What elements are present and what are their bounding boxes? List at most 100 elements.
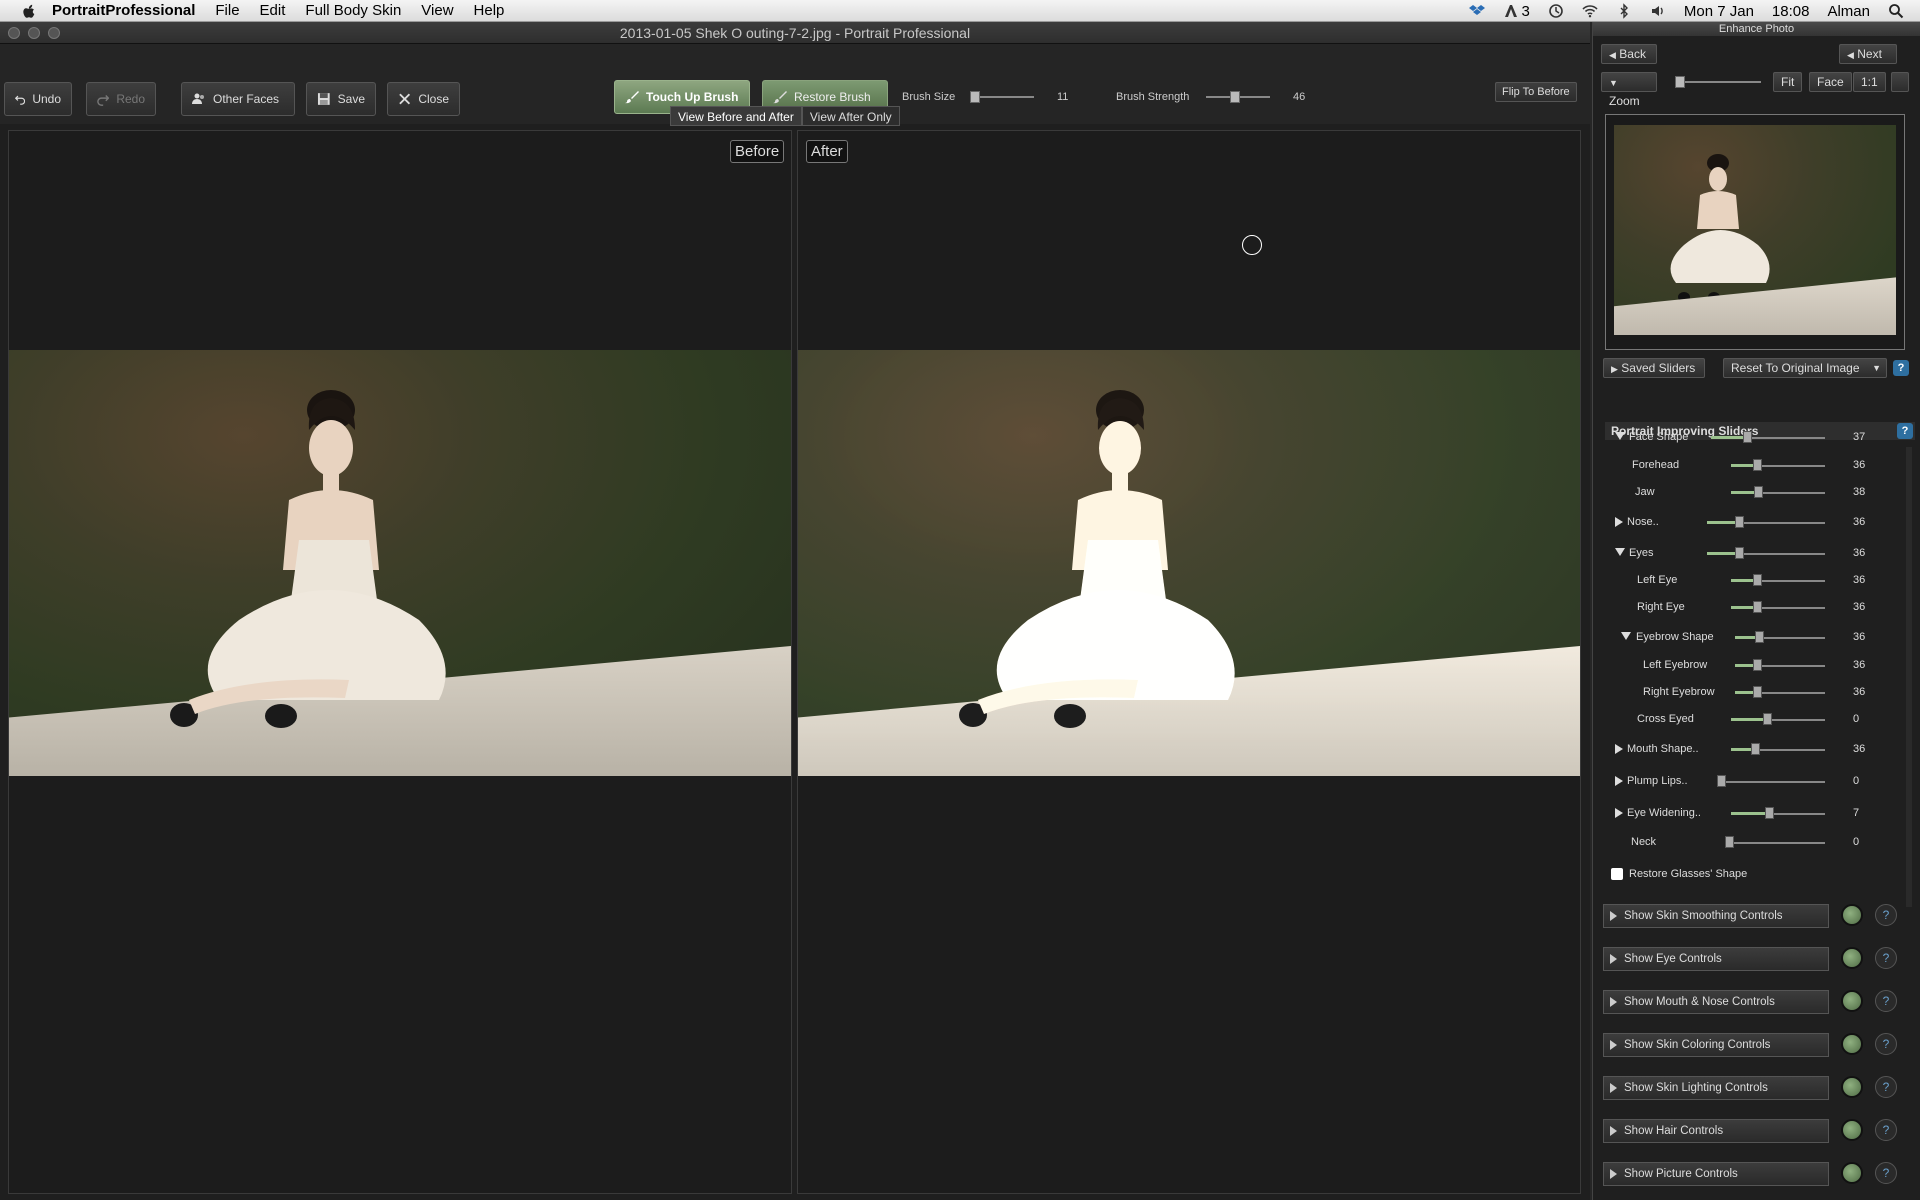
- expand-eyes-icon[interactable]: [1615, 548, 1625, 556]
- skin-smoothing-toggle[interactable]: [1841, 904, 1863, 926]
- brush-size-slider[interactable]: [970, 91, 1034, 103]
- minimize-window-button[interactable]: [28, 27, 40, 39]
- menu-file[interactable]: File: [215, 2, 239, 19]
- slider-nose[interactable]: Nose.. 36: [1603, 513, 1903, 533]
- brush-strength-slider[interactable]: [1206, 91, 1270, 103]
- navigator-thumbnail[interactable]: [1605, 114, 1905, 350]
- slider-left-eyebrow[interactable]: Left Eyebrow 36: [1603, 656, 1903, 676]
- slider-thumb[interactable]: [1725, 836, 1734, 848]
- restore-glasses-checkbox[interactable]: [1611, 868, 1623, 880]
- slider-thumb[interactable]: [1755, 631, 1764, 643]
- adobe-status[interactable]: 3: [1503, 3, 1530, 20]
- volume-icon[interactable]: [1650, 3, 1666, 19]
- expand-nose-icon[interactable]: [1615, 517, 1623, 527]
- tab-view-after-only[interactable]: View After Only: [801, 106, 900, 126]
- expand-eye-widening-icon[interactable]: [1615, 808, 1623, 818]
- slider-thumb[interactable]: [1751, 743, 1760, 755]
- wifi-icon[interactable]: [1582, 3, 1598, 19]
- slider-thumb[interactable]: [1735, 547, 1744, 559]
- skin-lighting-toggle[interactable]: [1841, 1076, 1863, 1098]
- before-photo[interactable]: [9, 350, 791, 776]
- flip-to-before-button[interactable]: Flip To Before: [1495, 82, 1577, 102]
- slider-thumb[interactable]: [1763, 713, 1772, 725]
- tab-view-before-and-after[interactable]: View Before and After: [670, 106, 802, 126]
- zoom-thumb[interactable]: [1675, 76, 1685, 88]
- expand-face-shape-icon[interactable]: [1615, 432, 1625, 440]
- dropbox-icon[interactable]: [1468, 3, 1485, 19]
- menubar-user[interactable]: Alman: [1827, 3, 1870, 20]
- slider-thumb[interactable]: [1743, 431, 1752, 443]
- menu-edit[interactable]: Edit: [260, 2, 286, 19]
- show-eye-controls-button[interactable]: Show Eye Controls: [1603, 947, 1829, 971]
- reset-help-button[interactable]: ?: [1893, 360, 1909, 376]
- brush-size-thumb[interactable]: [970, 91, 980, 103]
- slider-face-shape[interactable]: Face Shape 37: [1603, 428, 1903, 448]
- slider-plump-lips[interactable]: Plump Lips.. 0: [1603, 772, 1903, 792]
- slider-thumb[interactable]: [1754, 486, 1763, 498]
- slider-thumb[interactable]: [1765, 807, 1774, 819]
- slider-thumb[interactable]: [1753, 686, 1762, 698]
- back-button[interactable]: ◀ Back: [1601, 44, 1657, 64]
- eye-controls-toggle[interactable]: [1841, 947, 1863, 969]
- time-machine-icon[interactable]: [1548, 3, 1564, 19]
- skin-lighting-help-icon[interactable]: ?: [1875, 1076, 1897, 1098]
- skin-smoothing-help-icon[interactable]: ?: [1875, 904, 1897, 926]
- zoom-slider[interactable]: [1675, 76, 1761, 88]
- menubar-date[interactable]: Mon 7 Jan: [1684, 3, 1754, 20]
- picture-controls-help-icon[interactable]: ?: [1875, 1162, 1897, 1184]
- slider-thumb[interactable]: [1753, 574, 1762, 586]
- reset-dropdown[interactable]: Reset To Original Image ▼: [1723, 358, 1887, 378]
- slider-left-eye[interactable]: Left Eye 36: [1603, 571, 1903, 591]
- one-to-one-button[interactable]: 1:1: [1853, 72, 1886, 92]
- apple-icon[interactable]: [20, 2, 38, 20]
- expand-plump-lips-icon[interactable]: [1615, 776, 1623, 786]
- next-button[interactable]: ◀ Next: [1839, 44, 1897, 64]
- zoom-stepper[interactable]: [1891, 72, 1909, 92]
- before-pane[interactable]: Before: [8, 130, 792, 1194]
- picture-controls-toggle[interactable]: [1841, 1162, 1863, 1184]
- menu-full-body-skin[interactable]: Full Body Skin: [305, 2, 401, 19]
- slider-forehead[interactable]: Forehead 36: [1603, 456, 1903, 476]
- slider-eye-widening[interactable]: Eye Widening.. 7: [1603, 804, 1903, 824]
- show-hair-controls-button[interactable]: Show Hair Controls: [1603, 1119, 1829, 1143]
- after-pane[interactable]: After: [797, 130, 1581, 1194]
- zoom-toggle[interactable]: ▼ Zoom: [1601, 72, 1657, 108]
- other-faces-button[interactable]: Other Faces: [181, 82, 295, 116]
- menu-help[interactable]: Help: [474, 2, 505, 19]
- slider-thumb[interactable]: [1717, 775, 1726, 787]
- zoom-window-button[interactable]: [48, 27, 60, 39]
- slider-right-eyebrow[interactable]: Right Eyebrow 36: [1603, 683, 1903, 703]
- slider-thumb[interactable]: [1753, 659, 1762, 671]
- slider-jaw[interactable]: Jaw 38: [1603, 483, 1903, 503]
- eye-controls-help-icon[interactable]: ?: [1875, 947, 1897, 969]
- saved-sliders-button[interactable]: ▶ Saved Sliders: [1603, 358, 1705, 378]
- app-menu[interactable]: PortraitProfessional: [52, 2, 195, 19]
- spotlight-search-icon[interactable]: [1888, 3, 1904, 19]
- close-button[interactable]: Close: [387, 82, 460, 116]
- undo-button[interactable]: Undo: [4, 82, 72, 116]
- brush-strength-thumb[interactable]: [1230, 91, 1240, 103]
- show-picture-controls-button[interactable]: Show Picture Controls: [1603, 1162, 1829, 1186]
- slider-cross-eyed[interactable]: Cross Eyed 0: [1603, 710, 1903, 730]
- save-button[interactable]: Save: [306, 82, 376, 116]
- slider-eyebrow-shape[interactable]: Eyebrow Shape 36: [1603, 628, 1903, 648]
- redo-button[interactable]: Redo: [86, 82, 156, 116]
- expand-mouth-shape-icon[interactable]: [1615, 744, 1623, 754]
- skin-coloring-toggle[interactable]: [1841, 1033, 1863, 1055]
- after-photo[interactable]: [798, 350, 1580, 776]
- menu-view[interactable]: View: [421, 2, 453, 19]
- mouth-nose-help-icon[interactable]: ?: [1875, 990, 1897, 1012]
- slider-neck[interactable]: Neck 0: [1603, 833, 1903, 853]
- hair-controls-toggle[interactable]: [1841, 1119, 1863, 1141]
- mouth-nose-toggle[interactable]: [1841, 990, 1863, 1012]
- slider-right-eye[interactable]: Right Eye 36: [1603, 598, 1903, 618]
- show-skin-smoothing-button[interactable]: Show Skin Smoothing Controls: [1603, 904, 1829, 928]
- slider-thumb[interactable]: [1753, 601, 1762, 613]
- slider-thumb[interactable]: [1735, 516, 1744, 528]
- close-window-button[interactable]: [8, 27, 20, 39]
- fit-button[interactable]: Fit: [1773, 72, 1803, 92]
- slider-mouth-shape[interactable]: Mouth Shape.. 36: [1603, 740, 1903, 760]
- show-skin-lighting-button[interactable]: Show Skin Lighting Controls: [1603, 1076, 1829, 1100]
- face-button[interactable]: Face: [1809, 72, 1852, 92]
- hair-controls-help-icon[interactable]: ?: [1875, 1119, 1897, 1141]
